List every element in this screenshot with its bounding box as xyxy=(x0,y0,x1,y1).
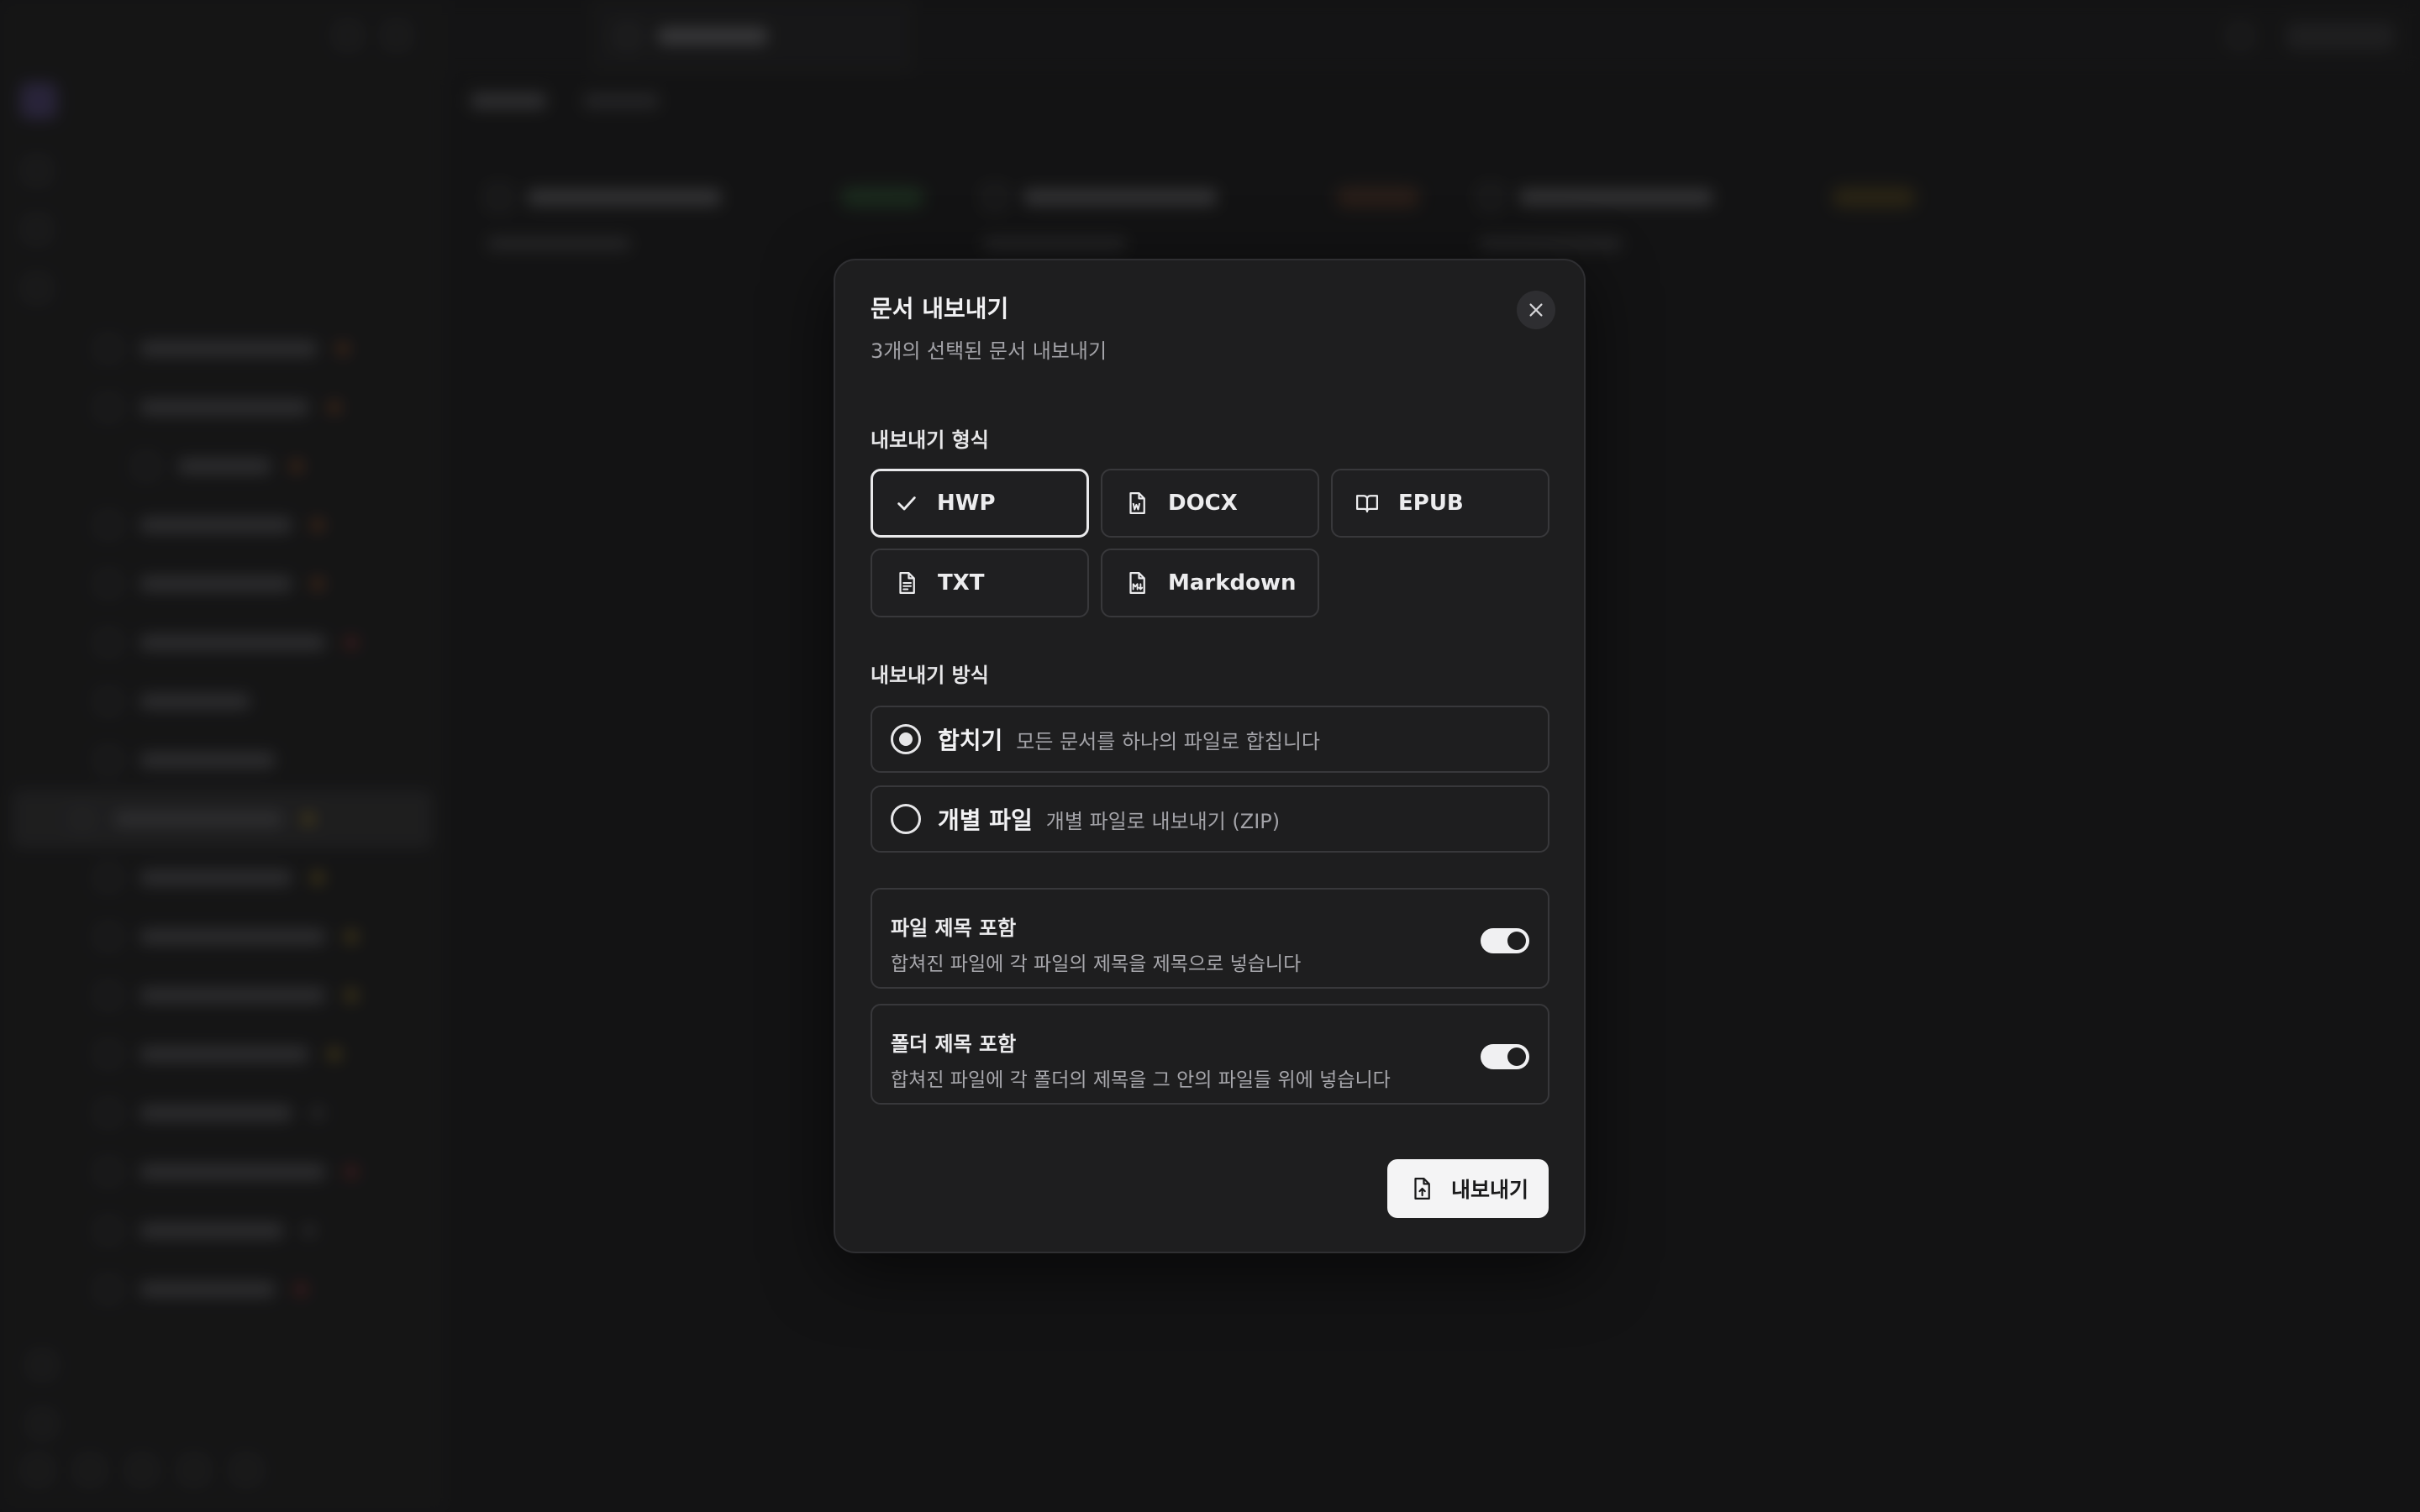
format-label: HWP xyxy=(937,491,996,516)
radio-unselected[interactable] xyxy=(891,804,921,834)
format-label: EPUB xyxy=(1398,491,1464,516)
export-button[interactable]: 내보내기 xyxy=(1386,1159,1549,1218)
check-icon xyxy=(897,496,916,511)
book-open-icon xyxy=(1356,495,1378,513)
markdown-file-icon xyxy=(1129,572,1145,594)
format-option-hwp[interactable]: HWP xyxy=(871,469,1089,538)
toggle-description: 합쳐진 파일에 각 파일의 제목을 제목으로 넣습니다 xyxy=(891,953,1302,975)
method-description: 모든 문서를 하나의 파일로 합칩니다 xyxy=(1016,729,1320,753)
close-button[interactable] xyxy=(1517,291,1555,329)
toggle-switch[interactable] xyxy=(1481,1044,1529,1069)
toggle-include-folder-title: 폴더 제목 포함 합쳐진 파일에 각 폴더의 제목을 그 안의 파일들 위에 넣… xyxy=(871,1004,1549,1105)
format-option-txt[interactable]: TXT xyxy=(871,549,1089,617)
method-description: 개별 파일로 내보내기 (ZIP) xyxy=(1045,809,1281,833)
format-label: Markdown xyxy=(1168,570,1297,596)
export-button-label: 내보내기 xyxy=(1450,1178,1528,1202)
method-title: 합치기 xyxy=(938,727,1003,754)
toggle-description: 합쳐진 파일에 각 폴더의 제목을 그 안의 파일들 위에 넣습니다 xyxy=(891,1069,1391,1091)
toggle-include-file-title: 파일 제목 포함 합쳐진 파일에 각 파일의 제목을 제목으로 넣습니다 xyxy=(871,888,1549,989)
format-option-epub[interactable]: EPUB xyxy=(1331,469,1549,538)
close-icon xyxy=(1529,303,1543,317)
format-section-label: 내보내기 형식 xyxy=(871,428,989,452)
toggle-title: 폴더 제목 포함 xyxy=(891,1032,1017,1056)
toggle-title: 파일 제목 포함 xyxy=(891,916,1017,940)
dialog-subtitle: 3개의 선택된 문서 내보내기 xyxy=(871,339,1107,363)
text-file-icon xyxy=(899,572,915,594)
method-section-label: 내보내기 방식 xyxy=(871,664,989,687)
export-dialog: 문서 내보내기 3개의 선택된 문서 내보내기 내보내기 형식 HWP DOCX… xyxy=(834,259,1586,1253)
method-option-merge[interactable]: 합치기 모든 문서를 하나의 파일로 합칩니다 xyxy=(871,706,1549,773)
format-label: DOCX xyxy=(1168,491,1238,516)
method-option-separate[interactable]: 개별 파일 개별 파일로 내보내기 (ZIP) xyxy=(871,785,1549,853)
method-title: 개별 파일 xyxy=(938,806,1033,834)
word-file-icon xyxy=(1129,492,1145,514)
format-option-docx[interactable]: DOCX xyxy=(1101,469,1319,538)
format-option-markdown[interactable]: Markdown xyxy=(1101,549,1319,617)
radio-selected[interactable] xyxy=(891,724,921,754)
file-upload-icon xyxy=(1414,1178,1430,1200)
dialog-title: 문서 내보내기 xyxy=(871,295,1009,323)
toggle-switch[interactable] xyxy=(1481,928,1529,953)
format-label: TXT xyxy=(938,570,985,596)
